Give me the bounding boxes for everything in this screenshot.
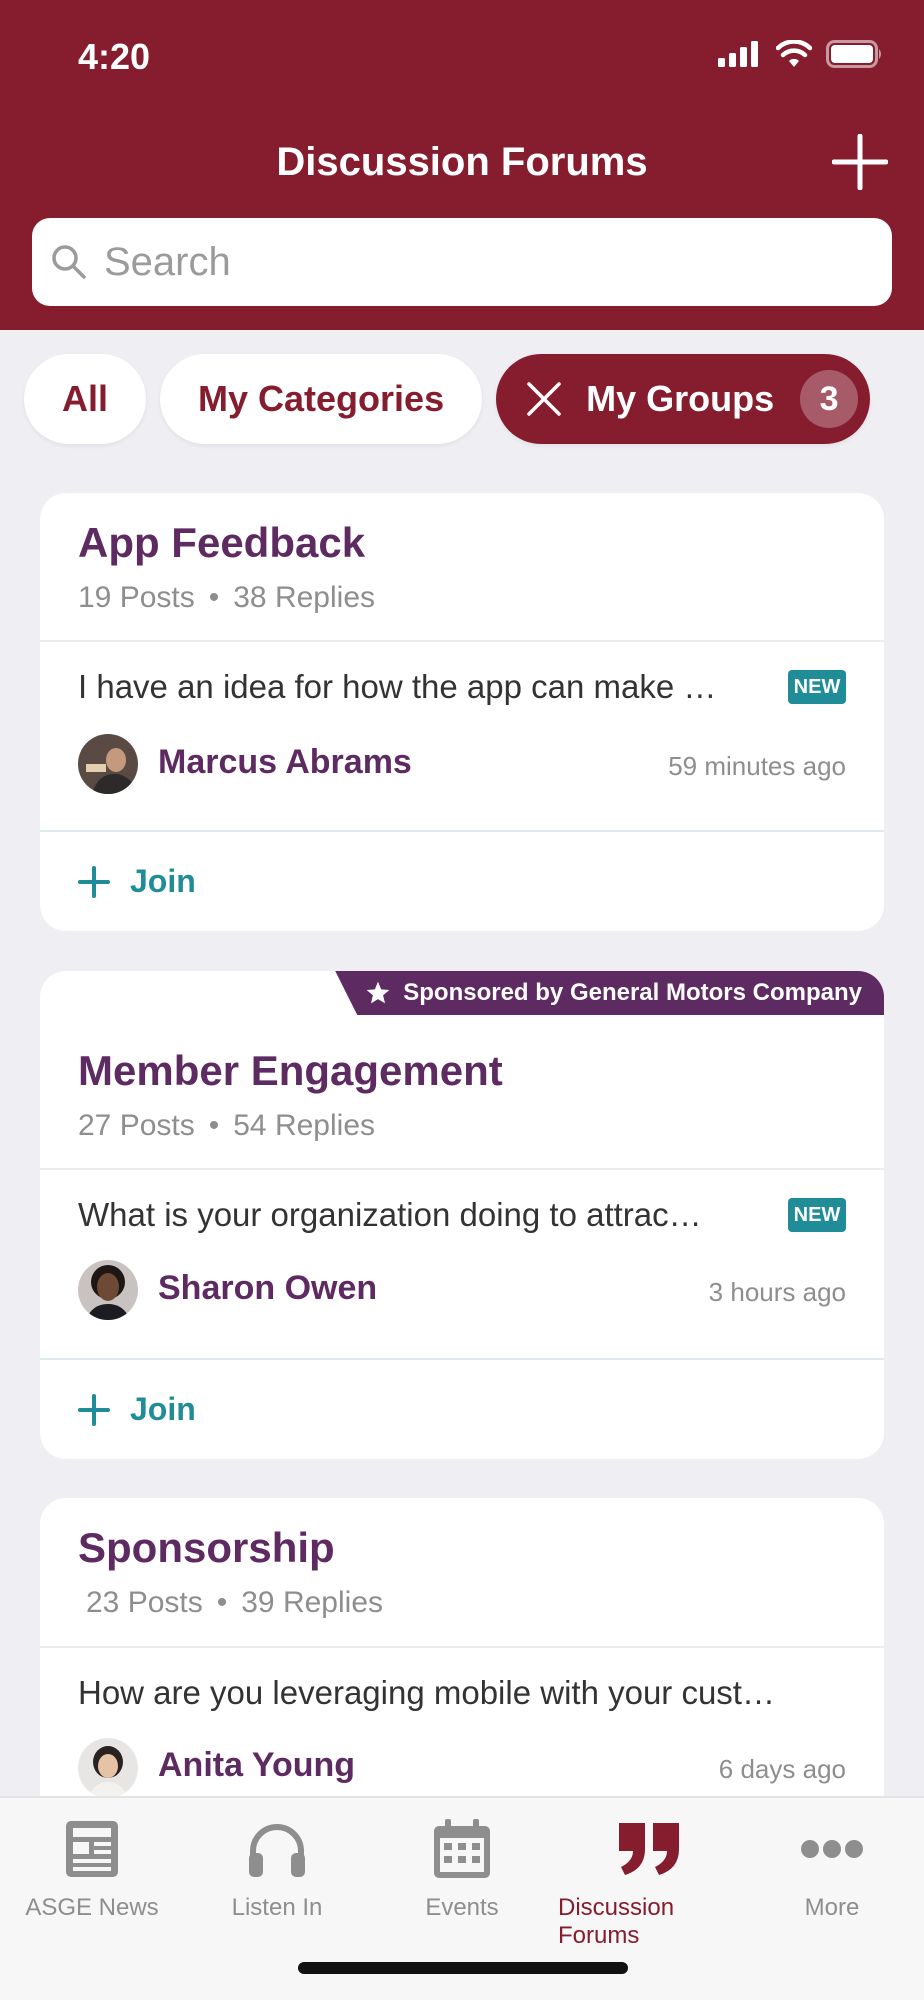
divider xyxy=(40,1358,884,1360)
divider xyxy=(40,1646,884,1648)
filter-my-groups-label: My Groups xyxy=(586,378,775,419)
avatar xyxy=(78,1738,138,1798)
forum-title[interactable]: Sponsorship xyxy=(78,1524,335,1572)
tab-discussion-forums[interactable]: Discussion Forums xyxy=(558,1812,742,1950)
filter-my-categories-chip[interactable]: My Categories xyxy=(160,354,483,444)
battery-icon xyxy=(826,40,881,68)
avatar xyxy=(78,1260,138,1320)
posts-count: 19 Posts xyxy=(78,581,195,614)
tab-label: ASGE News xyxy=(25,1894,159,1921)
quote-icon xyxy=(617,1812,683,1886)
calendar-icon xyxy=(432,1812,492,1886)
plus-icon xyxy=(831,133,889,191)
headphones-icon xyxy=(245,1812,309,1886)
tab-label: Events xyxy=(425,1894,499,1921)
tab-listen-in[interactable]: Listen In xyxy=(185,1812,369,1922)
search-icon xyxy=(52,245,86,279)
forum-title[interactable]: Member Engagement xyxy=(78,1047,503,1095)
replies-count: 38 Replies xyxy=(233,581,376,614)
author-name[interactable]: Marcus Abrams xyxy=(158,743,412,782)
tab-label: Listen In xyxy=(231,1894,323,1921)
join-button[interactable]: Join xyxy=(78,1391,196,1428)
status-time: 4:20 xyxy=(78,36,151,77)
tab-asge-news[interactable]: ASGE News xyxy=(0,1812,184,1922)
forum-title[interactable]: App Feedback xyxy=(78,519,365,567)
status-icons xyxy=(718,40,884,68)
tab-more[interactable]: More xyxy=(740,1812,924,1922)
tab-label: Discussion Forums xyxy=(558,1894,675,1949)
tab-events[interactable]: Events xyxy=(370,1812,554,1922)
home-indicator[interactable] xyxy=(298,1962,628,1974)
author-name[interactable]: Sharon Owen xyxy=(158,1269,377,1308)
sponsor-banner: Sponsored by General Motors Company xyxy=(335,971,884,1015)
divider xyxy=(40,830,884,832)
forum-card-app-feedback[interactable]: App Feedback 19 Posts • 38 Replies I have … xyxy=(40,493,884,931)
star-icon xyxy=(365,980,391,1006)
post-time: 6 days ago xyxy=(718,1754,846,1784)
filter-all-chip[interactable]: All xyxy=(24,354,147,444)
plus-icon xyxy=(78,865,110,898)
latest-post-preview[interactable]: What is your organization doing to attra… xyxy=(78,1196,768,1234)
divider xyxy=(40,1168,884,1170)
signal-icon xyxy=(718,41,758,67)
latest-post-preview[interactable]: How are you leveraging mobile with your … xyxy=(78,1674,848,1712)
author-name[interactable]: Anita Young xyxy=(158,1746,355,1785)
more-icon xyxy=(800,1812,864,1886)
posts-count: 27 Posts xyxy=(78,1109,195,1142)
wifi-icon xyxy=(776,40,812,67)
join-label: Join xyxy=(130,1391,196,1427)
divider xyxy=(40,640,884,642)
new-badge: NEW xyxy=(788,670,846,704)
search-input[interactable] xyxy=(104,239,864,285)
join-label: Join xyxy=(130,863,196,899)
posts-count: 23 Posts xyxy=(86,1586,203,1619)
filter-count-badge: 3 xyxy=(800,370,859,428)
forum-meta: 27 Posts • 54 Replies xyxy=(78,1109,376,1142)
replies-count: 39 Replies xyxy=(241,1586,384,1619)
post-time: 3 hours ago xyxy=(708,1277,846,1307)
header: 4:20 Discussion Forums xyxy=(0,0,924,330)
avatar xyxy=(78,734,138,794)
filter-my-groups-chip[interactable]: My Groups 3 xyxy=(496,354,871,444)
add-topic-button[interactable] xyxy=(831,133,889,191)
forum-card-member-engagement[interactable]: Sponsored by General Motors Company Memb… xyxy=(40,971,884,1459)
new-badge: NEW xyxy=(788,1198,846,1232)
forum-meta: 23 Posts • 39 Replies xyxy=(86,1586,384,1619)
forum-meta: 19 Posts • 38 Replies xyxy=(78,581,376,614)
close-icon[interactable] xyxy=(526,381,562,417)
news-icon xyxy=(64,1812,120,1886)
filter-chips: All My Categories My Groups 3 xyxy=(24,354,871,444)
latest-post-preview[interactable]: I have an idea for how the app can make … xyxy=(78,668,768,706)
post-time: 59 minutes ago xyxy=(668,751,846,781)
sponsor-label: Sponsored by General Motors Company xyxy=(403,979,862,1006)
page-title: Discussion Forums xyxy=(276,140,648,184)
replies-count: 54 Replies xyxy=(233,1109,376,1142)
plus-icon xyxy=(78,1393,110,1426)
forum-card-sponsorship[interactable]: Sponsorship 23 Posts • 39 Replies How are … xyxy=(40,1498,884,1838)
search-bar[interactable] xyxy=(32,218,892,306)
tab-label: More xyxy=(804,1894,860,1921)
join-button[interactable]: Join xyxy=(78,863,196,900)
